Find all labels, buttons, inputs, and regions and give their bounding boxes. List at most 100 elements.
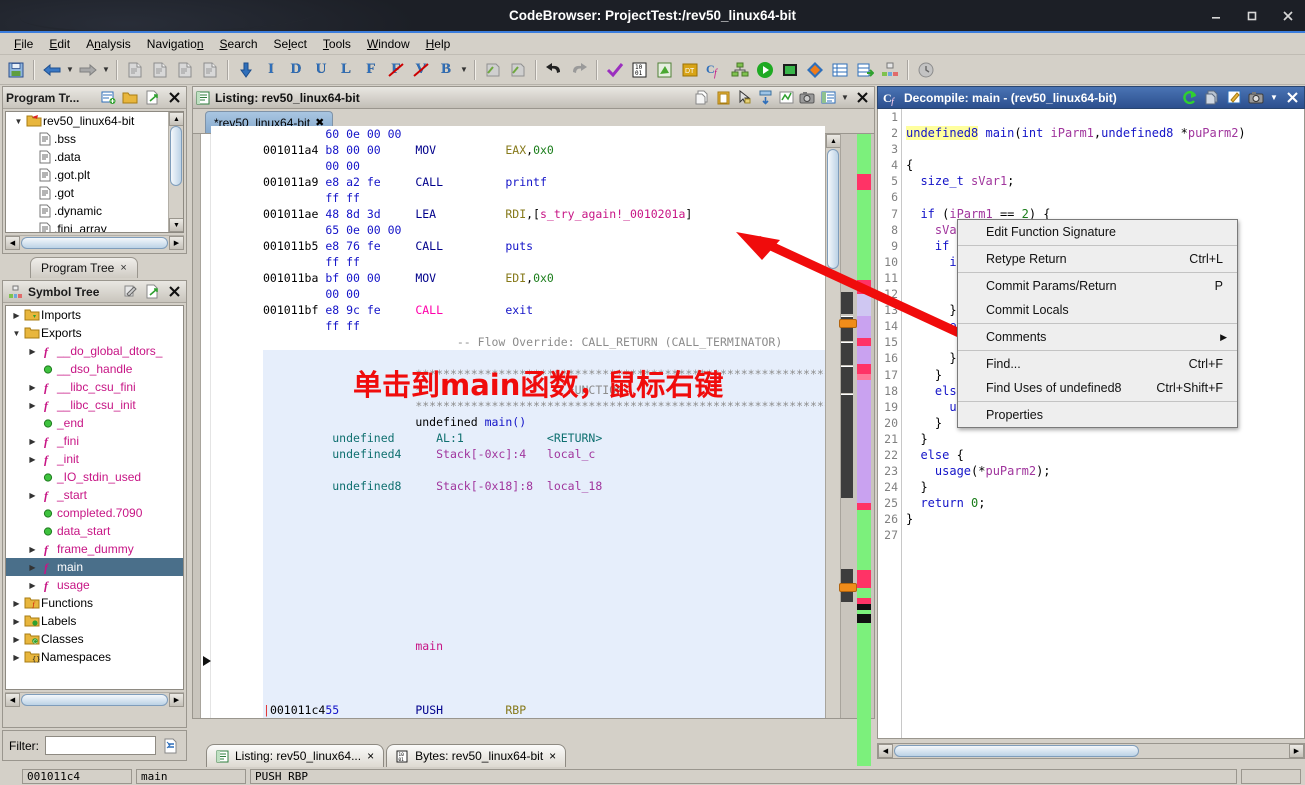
program-tree-vscrollbar[interactable]: ▲ ▼ [168,112,183,232]
close-icon[interactable] [165,283,183,301]
copy-page-icon-4[interactable] [198,58,222,82]
back-dropdown-caret-icon[interactable]: ▼ [65,59,75,81]
listing-function-header-block[interactable]: ****************************************… [263,350,825,718]
chevron-right-icon[interactable]: ▶ [10,599,23,608]
label-l-icon[interactable]: L [334,58,358,82]
chevron-right-icon[interactable]: ▶ [26,581,39,590]
scroll-thumb[interactable] [170,126,182,186]
bytes-icon[interactable]: 10 01 [628,58,652,82]
filter-options-icon[interactable] [162,737,180,755]
chevron-right-icon[interactable]: ▶ [26,563,39,572]
copy-icon[interactable] [693,89,711,107]
symbol-tree-item-frame-dummy[interactable]: ▶ f frame_dummy [6,540,183,558]
context-menu-item-commit-params-return[interactable]: Commit Params/Return P [958,274,1237,298]
copy-page-icon-1[interactable] [123,58,147,82]
listing-line[interactable]: 00 00 [263,158,825,174]
listing-line[interactable]: 65 0e 00 00 [263,222,825,238]
tree-node-dynamic[interactable]: .dynamic [6,202,168,220]
diff-icon[interactable] [777,89,795,107]
toggle-header-icon[interactable] [756,89,774,107]
chevron-right-icon[interactable]: ▶ [26,545,39,554]
symbol-tree-item-completed-7090[interactable]: completed.7090 [6,504,183,522]
copy-icon[interactable] [1203,89,1221,107]
scroll-thumb[interactable] [21,694,168,706]
listing-fields-icon[interactable] [819,89,837,107]
scroll-down-button[interactable]: ▼ [169,218,183,232]
memory-icon[interactable] [778,58,802,82]
menu-help[interactable]: Help [418,35,459,53]
paste-icon[interactable] [714,89,732,107]
symbol-tree-item-classes[interactable]: ▶ C Classes [6,630,183,648]
context-menu-item-find-uses-of-undefined8[interactable]: Find Uses of undefined8 Ctrl+Shift+F [958,376,1237,400]
listing-line[interactable]: 001011a9 e8 a2 fe CALL printf [263,174,825,190]
back-arrow-icon[interactable] [40,58,64,82]
symbol-tree-item-end[interactable]: _end [6,414,183,432]
decompiler-line[interactable]: } [906,431,1304,447]
scroll-up-button[interactable]: ▲ [826,134,841,148]
refresh-icon[interactable] [1181,89,1199,107]
close-icon[interactable] [1277,6,1299,26]
undefine-u-icon[interactable]: U [309,58,333,82]
tree-node-got[interactable]: .got [6,184,168,202]
chevron-right-icon[interactable]: ▶ [26,347,39,356]
menu-navigation[interactable]: Navigation [139,35,212,53]
export-icon[interactable] [853,58,877,82]
bookmark-b-icon[interactable]: B [434,58,458,82]
chevron-right-icon[interactable]: ▶ [26,401,39,410]
close-icon[interactable] [1283,89,1301,107]
listing-overview-minimap[interactable] [839,134,874,766]
program-tree-hscrollbar[interactable]: ◀ ▶ [5,235,184,250]
menu-file[interactable]: File [6,35,41,53]
listing-line[interactable]: 00 00 [263,286,825,302]
diff-icon-2[interactable] [506,58,530,82]
chevron-down-icon[interactable]: ▼ [12,117,25,126]
symbol-tree-item-labels[interactable]: ▶ Labels [6,612,183,630]
listing-line[interactable]: ff ff [263,318,825,334]
listing-line[interactable]: 60 0e 00 00 [263,126,825,142]
check-icon[interactable] [603,58,627,82]
chevron-right-icon[interactable]: ▶ [10,617,23,626]
instruction-i-icon[interactable]: I [259,58,283,82]
scroll-left-button[interactable]: ◀ [5,236,20,250]
scroll-left-button[interactable]: ◀ [878,744,893,758]
symbol-tree-icon[interactable] [878,58,902,82]
menu-edit[interactable]: Edit [41,35,78,53]
menu-tools[interactable]: Tools [315,35,359,53]
listing-line[interactable]: 001011bf e8 9c fe CALL exit [263,302,825,318]
close-icon[interactable]: × [549,749,556,763]
clear-v-icon[interactable]: V [409,58,433,82]
edit-icon[interactable] [1225,89,1243,107]
scroll-thumb[interactable] [21,237,168,249]
menu-analysis[interactable]: Analysis [78,35,139,53]
chevron-right-icon[interactable]: ▶ [10,311,23,320]
listing-line[interactable]: 001011a4 b8 00 00 MOV EAX,0x0 [263,142,825,158]
redo-icon[interactable] [567,58,591,82]
chevron-right-icon[interactable]: ▶ [26,437,39,446]
symbol-tree-item-io-stdin-used[interactable]: _IO_stdin_used [6,468,183,486]
listing-line[interactable]: ff ff [263,254,825,270]
forward-arrow-icon[interactable] [76,58,100,82]
data-type-icon[interactable]: DT [678,58,702,82]
menu-select[interactable]: Select [266,35,315,53]
graph-icon[interactable] [728,58,752,82]
diamond-icon[interactable] [803,58,827,82]
clock-icon[interactable] [914,58,938,82]
context-menu-item-comments[interactable]: Comments ▶ [958,325,1237,349]
save-icon[interactable] [4,58,28,82]
scroll-thumb[interactable] [894,745,1139,757]
decompiler-line[interactable]: usage(*puParm2); [906,463,1304,479]
bottom-tab-listing[interactable]: Listing: rev50_linux64... × [206,744,385,767]
dropdown-caret-icon[interactable]: ▼ [1269,87,1279,109]
table-icon[interactable] [828,58,852,82]
maximize-icon[interactable] [1241,6,1263,26]
bottom-tab-bytes[interactable]: 10 01 Bytes: rev50_linux64-bit × [386,744,567,767]
decompiler-line[interactable]: } [906,511,1304,527]
export-tree-icon[interactable] [143,283,161,301]
symbol-tree-item-libc-csu-fini[interactable]: ▶ f __libc_csu_fini [6,378,183,396]
context-menu-item-properties[interactable]: Properties [958,403,1237,427]
decompiler-context-menu[interactable]: Edit Function Signature Retype Return Ctrl… [957,219,1238,428]
symbol-tree-item-namespaces[interactable]: ▶ {} Namespaces [6,648,183,666]
listing-code-area[interactable]: 60 0e 00 00 001011a4 b8 00 00 MOV EAX,0x0… [211,126,825,718]
symbol-tree-item-fini[interactable]: ▶ f _fini [6,432,183,450]
decompiler-cf-icon[interactable]: Cf [703,58,727,82]
